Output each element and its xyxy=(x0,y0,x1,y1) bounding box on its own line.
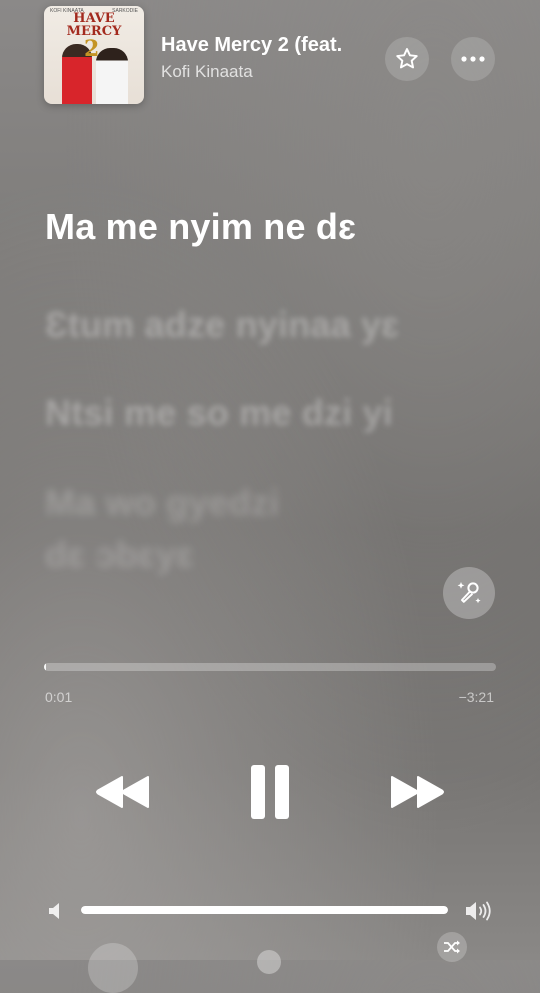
now-playing-header: KOFI KINAATA SARKODIE HAVE MERCY 2 Have … xyxy=(0,0,540,110)
star-icon xyxy=(396,48,418,69)
speaker-high-icon xyxy=(466,901,491,921)
volume-slider[interactable] xyxy=(81,906,448,914)
airplay-button[interactable] xyxy=(257,950,281,974)
elapsed-time: 0:01 xyxy=(45,689,73,705)
favorite-button[interactable] xyxy=(385,37,429,81)
pause-icon xyxy=(251,765,289,819)
more-button[interactable] xyxy=(451,37,495,81)
sing-button[interactable] xyxy=(443,567,495,619)
lyric-line[interactable]: Ɛtum adze nyinaa yɛ xyxy=(45,304,399,346)
fast-forward-icon xyxy=(391,776,444,808)
ellipsis-icon xyxy=(461,56,485,62)
next-button[interactable] xyxy=(382,768,452,816)
album-artwork[interactable]: KOFI KINAATA SARKODIE HAVE MERCY 2 xyxy=(44,6,144,104)
artist-name[interactable]: Kofi Kinaata xyxy=(161,62,253,82)
pause-button[interactable] xyxy=(240,762,300,822)
previous-button[interactable] xyxy=(88,768,158,816)
lyric-line[interactable]: Ntsi me so me dzi yi xyxy=(45,392,393,434)
remaining-time: −3:21 xyxy=(458,689,494,705)
artwork-number: 2 xyxy=(84,36,100,62)
volume-level-fill xyxy=(81,906,448,914)
lyric-line-active[interactable]: Ma me nyim ne dɛ xyxy=(45,206,356,248)
artwork-title: HAVE MERCY xyxy=(66,11,122,39)
song-title[interactable]: Have Mercy 2 (feat. xyxy=(161,34,379,57)
volume-high-button[interactable] xyxy=(462,898,496,924)
lyric-line[interactable]: dɛ ɔbɛyɛ xyxy=(45,534,194,576)
lyrics-toggle-button[interactable] xyxy=(88,943,138,993)
artwork-person-right xyxy=(96,48,128,104)
speaker-low-icon xyxy=(49,903,59,919)
playback-progress-fill xyxy=(44,663,46,671)
rewind-icon xyxy=(96,776,149,808)
lyric-line[interactable]: Ma wo gyedzi xyxy=(45,482,279,524)
shuffle-icon xyxy=(444,940,460,954)
microphone-sparkle-icon xyxy=(457,582,481,604)
shuffle-button[interactable] xyxy=(437,932,467,962)
volume-low-button[interactable] xyxy=(44,900,66,922)
playback-scrubber[interactable] xyxy=(44,663,496,671)
